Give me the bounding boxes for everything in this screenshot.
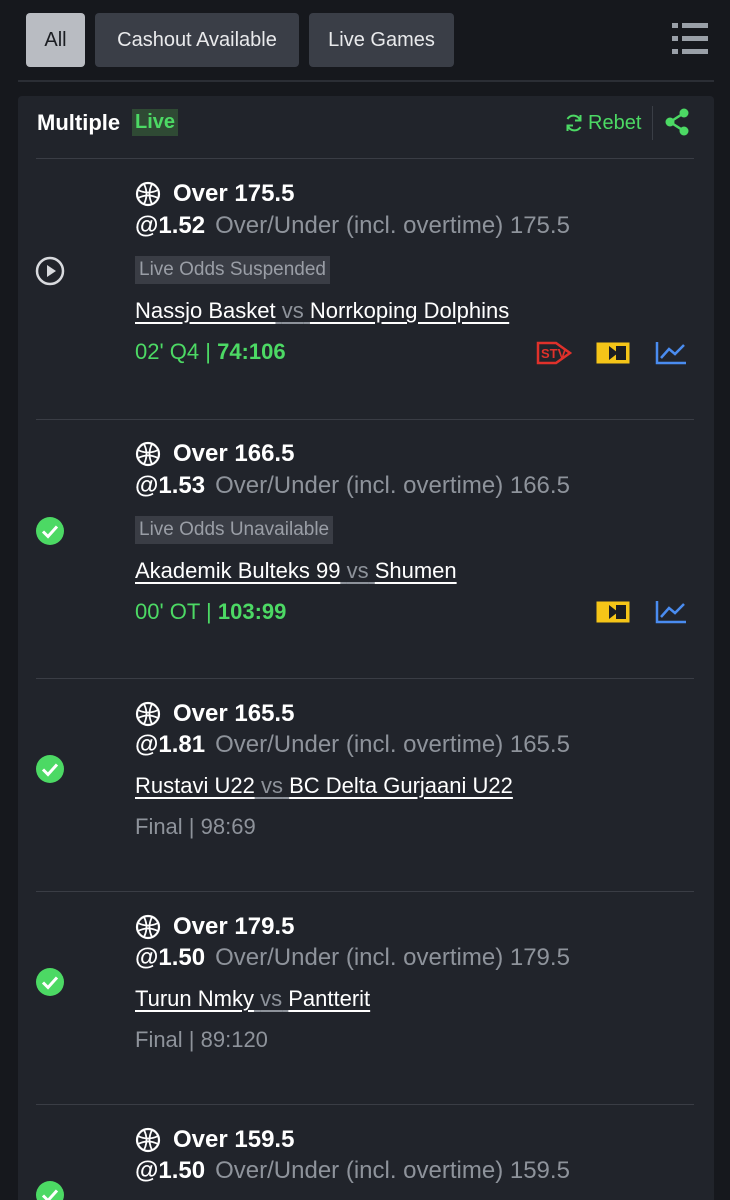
won-check-icon bbox=[36, 968, 64, 996]
live-score: 02' Q4 | 74:106 bbox=[135, 339, 286, 365]
odds-line: @1.81 Over/Under (incl. overtime) 165.5 bbox=[135, 731, 570, 759]
bet-item: Over 179.5 @1.50 Over/Under (incl. overti… bbox=[18, 892, 714, 1104]
bet-item: Over 166.5 @1.53 Over/Under (incl. overti… bbox=[18, 420, 714, 678]
basketball-icon bbox=[135, 701, 161, 727]
odds-value: @1.50 bbox=[135, 944, 206, 971]
divider bbox=[18, 80, 714, 82]
final-score: Final | 89:120 bbox=[135, 1027, 268, 1052]
rebet-button[interactable]: Rebet bbox=[564, 110, 641, 136]
away-team[interactable]: Shumen bbox=[375, 558, 457, 583]
won-check-icon bbox=[36, 1181, 64, 1200]
odds-status-badge: Live Odds Suspended bbox=[135, 256, 330, 284]
selection-label: Over 165.5 bbox=[173, 700, 295, 727]
live-badge: Live bbox=[132, 109, 179, 136]
basketball-icon bbox=[135, 181, 161, 207]
bet-slip-card: Multiple Live Rebet Over 175.5 @1.52 Ove… bbox=[18, 96, 714, 1200]
home-team[interactable]: Rustavi U22 bbox=[135, 773, 255, 798]
market-name: Over/Under (incl. overtime) 179.5 bbox=[215, 944, 570, 971]
filter-cashout-button[interactable]: Cashout Available bbox=[95, 13, 299, 67]
match-tools bbox=[572, 599, 688, 625]
selection-label: Over 159.5 bbox=[173, 1126, 295, 1153]
selection-title: Over 179.5 bbox=[135, 913, 294, 941]
vs-label: vs bbox=[346, 558, 369, 583]
basketball-icon bbox=[135, 1127, 161, 1153]
odds-line: @1.50 Over/Under (incl. overtime) 179.5 bbox=[135, 944, 570, 972]
away-team[interactable]: BC Delta Gurjaani U22 bbox=[289, 773, 513, 798]
list-menu-icon[interactable] bbox=[672, 22, 708, 56]
match-time: 00' OT | bbox=[135, 599, 218, 624]
selection-title: Over 175.5 bbox=[135, 180, 294, 208]
odds-line: @1.52 Over/Under (incl. overtime) 175.5 bbox=[135, 212, 570, 240]
match-tools: STV bbox=[512, 339, 688, 367]
away-team[interactable]: Pantterit bbox=[288, 986, 370, 1011]
live-play-icon[interactable] bbox=[35, 256, 65, 286]
filter-all-button[interactable]: All bbox=[26, 13, 85, 67]
statistics-icon[interactable] bbox=[654, 599, 688, 625]
live-tracker-icon[interactable] bbox=[596, 341, 630, 365]
vs-label: vs bbox=[260, 773, 283, 798]
live-score: 00' OT | 103:99 bbox=[135, 599, 286, 625]
home-team[interactable]: Akademik Bulteks 99 bbox=[135, 558, 340, 583]
refresh-icon bbox=[566, 114, 582, 132]
won-check-icon bbox=[36, 517, 64, 545]
selection-title: Over 159.5 bbox=[135, 1126, 294, 1154]
odds-line: @1.50 Over/Under (incl. overtime) 159.5 bbox=[135, 1157, 570, 1185]
selection-label: Over 166.5 bbox=[173, 440, 295, 467]
market-name: Over/Under (incl. overtime) 175.5 bbox=[215, 212, 570, 239]
bet-type-title: Multiple bbox=[37, 110, 121, 135]
statistics-icon[interactable] bbox=[654, 340, 688, 366]
bet-item: Over 159.5 @1.50 Over/Under (incl. overti… bbox=[18, 1105, 714, 1200]
odds-line: @1.53 Over/Under (incl. overtime) 166.5 bbox=[135, 472, 570, 500]
final-score: Final | 98:69 bbox=[135, 814, 256, 839]
market-name: Over/Under (incl. overtime) 166.5 bbox=[215, 472, 570, 499]
won-check-icon bbox=[36, 755, 64, 783]
home-team[interactable]: Turun Nmky bbox=[135, 986, 254, 1011]
stv-icon[interactable]: STV bbox=[536, 339, 572, 367]
svg-text:STV: STV bbox=[541, 346, 567, 361]
odds-value: @1.81 bbox=[135, 731, 206, 758]
score-value: 74:106 bbox=[217, 339, 286, 364]
selection-label: Over 179.5 bbox=[173, 913, 295, 940]
match-teams[interactable]: Nassjo Basket vs Norrkoping Dolphins bbox=[135, 298, 509, 324]
market-name: Over/Under (incl. overtime) 159.5 bbox=[215, 1157, 570, 1184]
bet-slip-header: Multiple Live Rebet bbox=[18, 96, 714, 158]
filter-bar: All Cashout Available Live Games bbox=[0, 0, 730, 80]
score-value: 103:99 bbox=[217, 599, 287, 624]
selection-title: Over 165.5 bbox=[135, 700, 294, 728]
selection-title: Over 166.5 bbox=[135, 440, 294, 468]
match-teams[interactable]: Turun Nmky vs Pantterit bbox=[135, 986, 370, 1012]
away-team[interactable]: Norrkoping Dolphins bbox=[310, 298, 509, 323]
bet-item: Over 165.5 @1.81 Over/Under (incl. overti… bbox=[18, 679, 714, 891]
share-icon[interactable] bbox=[664, 108, 690, 136]
divider bbox=[652, 106, 653, 140]
selection-label: Over 175.5 bbox=[173, 180, 295, 207]
match-teams[interactable]: Akademik Bulteks 99 vs Shumen bbox=[135, 558, 457, 584]
match-time: 02' Q4 | bbox=[135, 339, 218, 364]
rebet-label: Rebet bbox=[588, 111, 642, 134]
filter-live-games-button[interactable]: Live Games bbox=[309, 13, 454, 67]
live-tracker-icon[interactable] bbox=[596, 600, 630, 624]
vs-label: vs bbox=[260, 986, 283, 1011]
home-team[interactable]: Nassjo Basket bbox=[135, 298, 276, 323]
match-teams[interactable]: Rustavi U22 vs BC Delta Gurjaani U22 bbox=[135, 773, 513, 799]
odds-value: @1.50 bbox=[135, 1157, 206, 1184]
basketball-icon bbox=[135, 441, 161, 467]
bet-item: Over 175.5 @1.52 Over/Under (incl. overti… bbox=[18, 159, 714, 419]
market-name: Over/Under (incl. overtime) 165.5 bbox=[215, 731, 570, 758]
basketball-icon bbox=[135, 914, 161, 940]
odds-value: @1.53 bbox=[135, 472, 206, 499]
vs-label: vs bbox=[281, 298, 304, 323]
odds-status-badge: Live Odds Unavailable bbox=[135, 516, 334, 544]
odds-value: @1.52 bbox=[135, 212, 206, 239]
